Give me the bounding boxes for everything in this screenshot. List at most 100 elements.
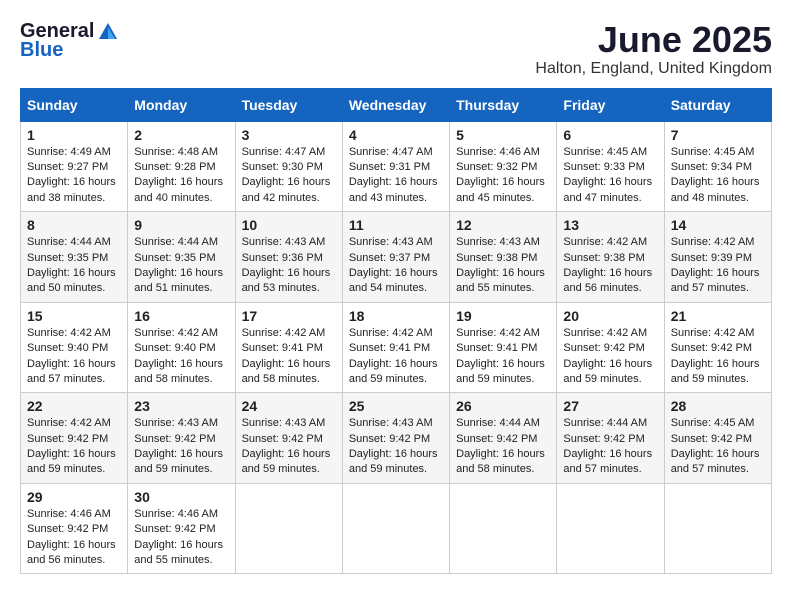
sunrise-text: Sunrise: 4:47 AMSunset: 9:30 PMDaylight:…	[242, 146, 331, 204]
calendar-cell: 12 Sunrise: 4:43 AMSunset: 9:38 PMDaylig…	[450, 212, 557, 303]
sunrise-text: Sunrise: 4:46 AMSunset: 9:42 PMDaylight:…	[27, 508, 116, 566]
sunrise-text: Sunrise: 4:42 AMSunset: 9:40 PMDaylight:…	[134, 327, 223, 385]
day-number: 13	[563, 217, 657, 233]
header-cell: Sunday	[21, 88, 128, 121]
sunrise-text: Sunrise: 4:49 AMSunset: 9:27 PMDaylight:…	[27, 146, 116, 204]
calendar-cell	[450, 483, 557, 574]
day-number: 17	[242, 308, 336, 324]
calendar-cell: 30 Sunrise: 4:46 AMSunset: 9:42 PMDaylig…	[128, 483, 235, 574]
calendar-cell: 6 Sunrise: 4:45 AMSunset: 9:33 PMDayligh…	[557, 121, 664, 212]
day-number: 3	[242, 127, 336, 143]
sunrise-text: Sunrise: 4:42 AMSunset: 9:39 PMDaylight:…	[671, 236, 760, 294]
sunrise-text: Sunrise: 4:42 AMSunset: 9:41 PMDaylight:…	[242, 327, 331, 385]
sunrise-text: Sunrise: 4:45 AMSunset: 9:33 PMDaylight:…	[563, 146, 652, 204]
sunrise-text: Sunrise: 4:43 AMSunset: 9:42 PMDaylight:…	[349, 417, 438, 475]
header-cell: Monday	[128, 88, 235, 121]
day-number: 22	[27, 398, 121, 414]
calendar-cell: 16 Sunrise: 4:42 AMSunset: 9:40 PMDaylig…	[128, 302, 235, 393]
calendar-cell: 10 Sunrise: 4:43 AMSunset: 9:36 PMDaylig…	[235, 212, 342, 303]
logo-blue: Blue	[20, 39, 63, 62]
calendar-cell	[235, 483, 342, 574]
header-cell: Friday	[557, 88, 664, 121]
month-title: June 2025	[535, 20, 772, 60]
calendar-week-row: 15 Sunrise: 4:42 AMSunset: 9:40 PMDaylig…	[21, 302, 772, 393]
sunrise-text: Sunrise: 4:48 AMSunset: 9:28 PMDaylight:…	[134, 146, 223, 204]
calendar-cell: 8 Sunrise: 4:44 AMSunset: 9:35 PMDayligh…	[21, 212, 128, 303]
calendar-cell: 19 Sunrise: 4:42 AMSunset: 9:41 PMDaylig…	[450, 302, 557, 393]
day-number: 24	[242, 398, 336, 414]
calendar-week-row: 29 Sunrise: 4:46 AMSunset: 9:42 PMDaylig…	[21, 483, 772, 574]
day-number: 19	[456, 308, 550, 324]
day-number: 21	[671, 308, 765, 324]
day-number: 5	[456, 127, 550, 143]
calendar-cell	[664, 483, 771, 574]
sunrise-text: Sunrise: 4:46 AMSunset: 9:32 PMDaylight:…	[456, 146, 545, 204]
calendar-cell: 14 Sunrise: 4:42 AMSunset: 9:39 PMDaylig…	[664, 212, 771, 303]
header-row: SundayMondayTuesdayWednesdayThursdayFrid…	[21, 88, 772, 121]
calendar-cell: 3 Sunrise: 4:47 AMSunset: 9:30 PMDayligh…	[235, 121, 342, 212]
sunrise-text: Sunrise: 4:42 AMSunset: 9:38 PMDaylight:…	[563, 236, 652, 294]
calendar-cell: 24 Sunrise: 4:43 AMSunset: 9:42 PMDaylig…	[235, 393, 342, 484]
calendar-cell: 22 Sunrise: 4:42 AMSunset: 9:42 PMDaylig…	[21, 393, 128, 484]
calendar-cell: 28 Sunrise: 4:45 AMSunset: 9:42 PMDaylig…	[664, 393, 771, 484]
calendar-cell: 7 Sunrise: 4:45 AMSunset: 9:34 PMDayligh…	[664, 121, 771, 212]
sunrise-text: Sunrise: 4:46 AMSunset: 9:42 PMDaylight:…	[134, 508, 223, 566]
calendar-cell: 15 Sunrise: 4:42 AMSunset: 9:40 PMDaylig…	[21, 302, 128, 393]
sunrise-text: Sunrise: 4:43 AMSunset: 9:36 PMDaylight:…	[242, 236, 331, 294]
day-number: 20	[563, 308, 657, 324]
day-number: 29	[27, 489, 121, 505]
day-number: 6	[563, 127, 657, 143]
sunrise-text: Sunrise: 4:44 AMSunset: 9:42 PMDaylight:…	[563, 417, 652, 475]
calendar-cell: 2 Sunrise: 4:48 AMSunset: 9:28 PMDayligh…	[128, 121, 235, 212]
day-number: 10	[242, 217, 336, 233]
calendar-cell: 4 Sunrise: 4:47 AMSunset: 9:31 PMDayligh…	[342, 121, 449, 212]
calendar-cell: 11 Sunrise: 4:43 AMSunset: 9:37 PMDaylig…	[342, 212, 449, 303]
calendar-cell: 17 Sunrise: 4:42 AMSunset: 9:41 PMDaylig…	[235, 302, 342, 393]
sunrise-text: Sunrise: 4:42 AMSunset: 9:42 PMDaylight:…	[671, 327, 760, 385]
day-number: 9	[134, 217, 228, 233]
location-title: Halton, England, United Kingdom	[535, 60, 772, 78]
title-area: June 2025 Halton, England, United Kingdo…	[535, 20, 772, 78]
calendar-week-row: 1 Sunrise: 4:49 AMSunset: 9:27 PMDayligh…	[21, 121, 772, 212]
calendar-week-row: 8 Sunrise: 4:44 AMSunset: 9:35 PMDayligh…	[21, 212, 772, 303]
sunrise-text: Sunrise: 4:44 AMSunset: 9:35 PMDaylight:…	[27, 236, 116, 294]
day-number: 2	[134, 127, 228, 143]
sunrise-text: Sunrise: 4:44 AMSunset: 9:35 PMDaylight:…	[134, 236, 223, 294]
sunrise-text: Sunrise: 4:47 AMSunset: 9:31 PMDaylight:…	[349, 146, 438, 204]
sunrise-text: Sunrise: 4:42 AMSunset: 9:42 PMDaylight:…	[27, 417, 116, 475]
calendar-cell: 20 Sunrise: 4:42 AMSunset: 9:42 PMDaylig…	[557, 302, 664, 393]
calendar-cell: 26 Sunrise: 4:44 AMSunset: 9:42 PMDaylig…	[450, 393, 557, 484]
day-number: 8	[27, 217, 121, 233]
day-number: 15	[27, 308, 121, 324]
page-header: General Blue June 2025 Halton, England, …	[20, 20, 772, 78]
sunrise-text: Sunrise: 4:43 AMSunset: 9:42 PMDaylight:…	[134, 417, 223, 475]
calendar-cell: 18 Sunrise: 4:42 AMSunset: 9:41 PMDaylig…	[342, 302, 449, 393]
day-number: 25	[349, 398, 443, 414]
calendar-table: SundayMondayTuesdayWednesdayThursdayFrid…	[20, 88, 772, 575]
calendar-cell	[557, 483, 664, 574]
logo-icon	[97, 21, 119, 43]
day-number: 16	[134, 308, 228, 324]
calendar-cell: 21 Sunrise: 4:42 AMSunset: 9:42 PMDaylig…	[664, 302, 771, 393]
calendar-cell: 1 Sunrise: 4:49 AMSunset: 9:27 PMDayligh…	[21, 121, 128, 212]
day-number: 27	[563, 398, 657, 414]
sunrise-text: Sunrise: 4:44 AMSunset: 9:42 PMDaylight:…	[456, 417, 545, 475]
header-cell: Wednesday	[342, 88, 449, 121]
day-number: 30	[134, 489, 228, 505]
sunrise-text: Sunrise: 4:45 AMSunset: 9:42 PMDaylight:…	[671, 417, 760, 475]
sunrise-text: Sunrise: 4:42 AMSunset: 9:41 PMDaylight:…	[456, 327, 545, 385]
header-cell: Thursday	[450, 88, 557, 121]
day-number: 1	[27, 127, 121, 143]
day-number: 11	[349, 217, 443, 233]
day-number: 12	[456, 217, 550, 233]
day-number: 7	[671, 127, 765, 143]
calendar-cell: 25 Sunrise: 4:43 AMSunset: 9:42 PMDaylig…	[342, 393, 449, 484]
calendar-cell: 13 Sunrise: 4:42 AMSunset: 9:38 PMDaylig…	[557, 212, 664, 303]
sunrise-text: Sunrise: 4:43 AMSunset: 9:37 PMDaylight:…	[349, 236, 438, 294]
calendar-cell	[342, 483, 449, 574]
day-number: 18	[349, 308, 443, 324]
sunrise-text: Sunrise: 4:42 AMSunset: 9:42 PMDaylight:…	[563, 327, 652, 385]
header-cell: Tuesday	[235, 88, 342, 121]
day-number: 28	[671, 398, 765, 414]
calendar-week-row: 22 Sunrise: 4:42 AMSunset: 9:42 PMDaylig…	[21, 393, 772, 484]
